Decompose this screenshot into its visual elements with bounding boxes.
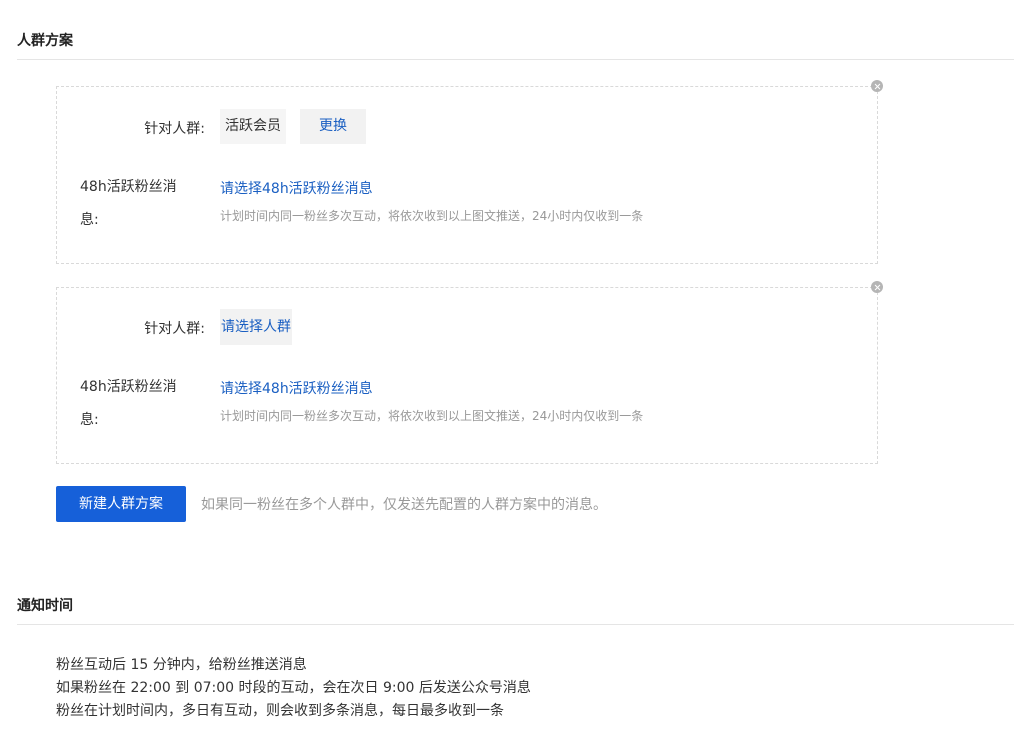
audience-plan-card: 针对人群: 活跃会员 更换 48h活跃粉丝消 息: 请选择48h活跃粉丝消息 计… xyxy=(56,80,883,264)
audience-plan-card: 针对人群: 请选择人群 48h活跃粉丝消 息: 请选择48h活跃粉丝消息 计划时… xyxy=(56,281,883,464)
audience-label: 针对人群: xyxy=(144,321,205,337)
change-audience-button[interactable]: 更换 xyxy=(300,109,366,144)
message-label-line1: 48h活跃粉丝消 xyxy=(80,179,177,195)
message-label-line2: 息: xyxy=(80,212,99,228)
audience-section-title: 人群方案 xyxy=(17,33,73,49)
message-label: 48h活跃粉丝消 息: xyxy=(80,371,200,437)
message-hint: 计划时间内同一粉丝多次互动，将依次收到以上图文推送，24小时内仅收到一条 xyxy=(220,209,644,223)
select-message-link[interactable]: 请选择48h活跃粉丝消息 xyxy=(220,378,373,398)
notify-section-divider xyxy=(17,624,1014,625)
notify-line: 粉丝互动后 15 分钟内，给粉丝推送消息 xyxy=(56,657,307,673)
select-message-link[interactable]: 请选择48h活跃粉丝消息 xyxy=(220,178,373,198)
notify-section-title: 通知时间 xyxy=(17,598,73,614)
select-audience-link[interactable]: 请选择人群 xyxy=(220,309,292,345)
audience-section-divider xyxy=(17,59,1014,60)
remove-plan-close-icon[interactable] xyxy=(871,80,883,92)
message-label-line2: 息: xyxy=(80,412,99,428)
notify-line: 粉丝在计划时间内，多日有互动，则会收到多条消息，每日最多收到一条 xyxy=(56,703,504,719)
audience-value: 活跃会员 xyxy=(220,109,286,144)
remove-plan-close-icon[interactable] xyxy=(871,281,883,293)
new-plan-tip: 如果同一粉丝在多个人群中，仅发送先配置的人群方案中的消息。 xyxy=(201,497,607,513)
notify-line: 如果粉丝在 22:00 到 07:00 时段的互动，会在次日 9:00 后发送公… xyxy=(56,680,531,696)
message-label: 48h活跃粉丝消 息: xyxy=(80,171,200,237)
message-label-line1: 48h活跃粉丝消 xyxy=(80,379,177,395)
new-audience-plan-button[interactable]: 新建人群方案 xyxy=(56,486,186,522)
audience-label: 针对人群: xyxy=(144,121,205,137)
message-hint: 计划时间内同一粉丝多次互动，将依次收到以上图文推送，24小时内仅收到一条 xyxy=(220,409,644,423)
